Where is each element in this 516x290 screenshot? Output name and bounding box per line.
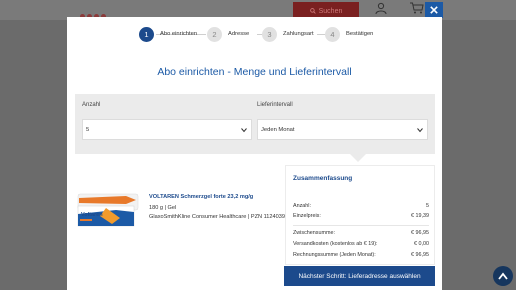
step-number: 2 <box>207 26 222 42</box>
chevron-up-icon <box>498 272 508 280</box>
summary-value: € 0,00 <box>414 241 429 247</box>
quantity-value: 5 <box>86 126 90 133</box>
summary-title: Zusammenfassung <box>293 175 353 182</box>
step-abo: 1 Abo einrichten <box>139 25 197 43</box>
quantity-select[interactable]: 5 <box>82 119 252 140</box>
summary-label: Einzelpreis: <box>293 213 321 219</box>
summary-row-total: Rechnungssumme (Jeden Monat): € 96,95 <box>293 252 429 258</box>
search-button-label: Suchen <box>318 7 343 15</box>
search-icon <box>309 8 316 14</box>
panel-notch <box>350 154 366 162</box>
product-name[interactable]: VOLTAREN Schmerzgel forte 23,2 mg/g <box>149 194 253 200</box>
product-image: Voltaren <box>77 193 139 227</box>
checkout-stepper: 1 Abo einrichten 2 Adresse 3 Zahlungsart… <box>67 25 442 43</box>
step-label: Abo einrichten <box>160 31 198 37</box>
svg-text:Voltaren: Voltaren <box>81 212 103 218</box>
product-size: 180 g | Gel <box>149 205 177 211</box>
summary-label: Versandkosten (kostenlos ab € 19): <box>293 241 378 247</box>
options-panel: Anzahl 5 Lieferintervall Jeden Monat <box>75 94 435 154</box>
step-number: 1 <box>139 26 154 42</box>
scroll-to-top-button[interactable] <box>493 266 513 286</box>
summary-value: € 19,39 <box>411 213 429 219</box>
step-bestaetigen: 4 Bestätigen <box>325 25 373 43</box>
chevron-down-icon <box>241 128 247 133</box>
summary-row-subtotal: Zwischensumme: € 96,95 <box>293 230 429 236</box>
step-label: Zahlungsart <box>283 31 314 37</box>
step-adresse: 2 Adresse <box>207 25 249 43</box>
subscription-modal: 1 Abo einrichten 2 Adresse 3 Zahlungsart… <box>67 17 442 290</box>
summary-value: € 96,95 <box>411 230 429 236</box>
modal-title: Abo einrichten - Menge und Lieferinterva… <box>157 66 352 78</box>
step-number: 4 <box>325 26 340 42</box>
summary-row-unit-price: Einzelpreis: € 19,39 <box>293 213 429 219</box>
step-label: Adresse <box>228 31 250 37</box>
quantity-label: Anzahl <box>82 102 101 108</box>
site-logo <box>80 6 130 19</box>
summary-label: Zwischensumme: <box>293 230 335 236</box>
interval-value: Jeden Monat <box>261 126 295 133</box>
interval-select[interactable]: Jeden Monat <box>257 119 428 140</box>
step-label: Bestätigen <box>346 31 374 37</box>
summary-label: Anzahl: <box>293 203 311 209</box>
summary-value: 5 <box>426 203 429 209</box>
chevron-down-icon <box>417 128 423 133</box>
cart-icon[interactable] <box>410 2 424 14</box>
order-summary: Zusammenfassung Anzahl: 5 Einzelpreis: €… <box>285 165 435 265</box>
summary-label: Rechnungssumme (Jeden Monat): <box>293 252 376 258</box>
summary-row-shipping: Versandkosten (kostenlos ab € 19): € 0,0… <box>293 241 429 247</box>
product-manufacturer: GlaxoSmithKline Consumer Healthcare | PZ… <box>149 214 289 220</box>
next-step-button[interactable]: Nächster Schritt: Lieferadresse auswähle… <box>284 266 435 286</box>
close-icon <box>430 6 438 14</box>
summary-divider <box>293 225 429 226</box>
interval-label: Lieferintervall <box>257 102 293 108</box>
step-number: 3 <box>262 26 277 42</box>
step-zahlungsart: 3 Zahlungsart <box>262 25 314 43</box>
summary-value: € 96,95 <box>411 252 429 258</box>
close-button[interactable] <box>425 2 443 18</box>
user-icon[interactable] <box>375 2 387 14</box>
summary-row-quantity: Anzahl: 5 <box>293 203 429 209</box>
step-connector <box>317 34 325 35</box>
